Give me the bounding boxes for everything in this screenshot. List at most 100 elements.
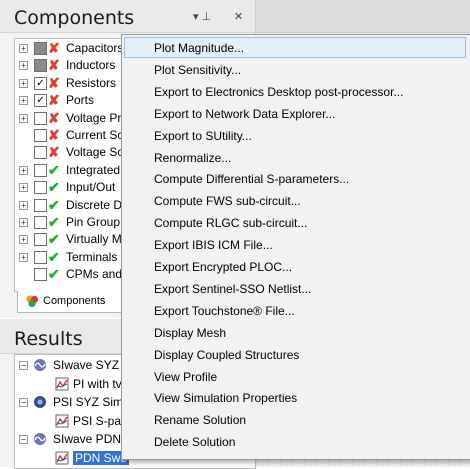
component-checkbox[interactable] bbox=[34, 111, 47, 125]
error-icon: ✘ bbox=[48, 74, 60, 91]
component-checkbox[interactable] bbox=[34, 216, 47, 229]
menu-item-label: Export Sentinel-SSO Netlist... bbox=[154, 281, 312, 296]
menu-item-label: View Simulation Properties bbox=[154, 391, 298, 406]
menu-item-plot-magnitude[interactable]: Plot Magnitude... bbox=[124, 37, 466, 58]
menu-item-label: Display Mesh bbox=[154, 325, 227, 340]
tab-components[interactable]: Components bbox=[17, 291, 123, 313]
expand-icon[interactable]: + bbox=[19, 235, 28, 245]
siwave-icon bbox=[33, 432, 47, 446]
menu-item-renormalize[interactable]: Renormalize... bbox=[124, 147, 466, 168]
component-checkbox[interactable]: ✓ bbox=[34, 94, 47, 108]
menu-item-compute-fws-sub-circuit[interactable]: Compute FWS sub-circuit... bbox=[124, 190, 466, 211]
ok-icon: ✔ bbox=[48, 161, 60, 178]
result-label: PSI S-par bbox=[73, 413, 126, 428]
menu-item-label: Compute FWS sub-circuit... bbox=[154, 194, 301, 209]
error-icon: ✘ bbox=[48, 57, 60, 74]
menu-item-label: Export Encrypted PLOC... bbox=[154, 260, 293, 274]
menu-item-label: Plot Sensitivity... bbox=[154, 62, 242, 77]
component-checkbox[interactable] bbox=[34, 181, 47, 195]
menu-item-label: Export to Network Data Explorer... bbox=[154, 106, 336, 121]
expand-icon[interactable]: + bbox=[19, 78, 28, 88]
sparam-plot-icon bbox=[55, 414, 69, 428]
menu-item-label: Plot Magnitude... bbox=[154, 41, 245, 55]
menu-item-label: Compute Differential S-parameters... bbox=[154, 172, 350, 187]
expand-icon[interactable]: + bbox=[19, 96, 28, 106]
collapse-icon[interactable]: − bbox=[19, 435, 28, 444]
expand-icon[interactable]: + bbox=[19, 44, 28, 53]
error-icon: ✘ bbox=[48, 40, 60, 56]
result-label: PI with tv bbox=[73, 376, 122, 391]
collapse-icon[interactable]: − bbox=[19, 398, 28, 407]
result-label: SIwave SYZ S bbox=[53, 358, 131, 372]
ok-icon: ✔ bbox=[48, 179, 60, 196]
result-label: SIwave PDN bbox=[53, 432, 122, 446]
ok-icon: ✔ bbox=[48, 266, 60, 283]
menu-item-compute-rlgc-sub-circuit[interactable]: Compute RLGC sub-circuit... bbox=[124, 212, 466, 233]
collapse-icon[interactable]: − bbox=[19, 361, 28, 370]
siwave-icon bbox=[33, 358, 47, 372]
menu-item-label: Compute RLGC sub-circuit... bbox=[154, 216, 308, 231]
ok-icon: ✔ bbox=[48, 196, 60, 213]
component-label: Input/Out bbox=[66, 180, 116, 195]
menu-item-compute-differential-s-parameters[interactable]: Compute Differential S-parameters... bbox=[124, 168, 466, 189]
expand-icon[interactable]: + bbox=[19, 218, 28, 227]
error-icon: ✘ bbox=[48, 127, 60, 143]
pin-icon[interactable]: ▾ ⊥ bbox=[193, 10, 211, 23]
expand-icon[interactable]: + bbox=[19, 113, 28, 123]
error-icon: ✘ bbox=[48, 144, 60, 161]
component-label: Ports bbox=[66, 93, 95, 108]
component-checkbox[interactable] bbox=[34, 42, 47, 55]
menu-item-label: Rename Solution bbox=[154, 413, 247, 428]
components-pane-title: Components bbox=[14, 7, 135, 29]
component-checkbox[interactable] bbox=[34, 268, 47, 282]
menu-item-label: Export to Electronics Desktop post-proce… bbox=[154, 84, 404, 99]
component-checkbox[interactable] bbox=[34, 129, 47, 142]
component-checkbox[interactable] bbox=[34, 198, 47, 212]
canvas-toolbar bbox=[256, 0, 470, 33]
menu-item-rename-solution[interactable]: Rename Solution bbox=[124, 409, 466, 430]
component-label: CPMs and bbox=[66, 267, 123, 282]
menu-item-display-coupled-structures[interactable]: Display Coupled Structures bbox=[124, 344, 466, 365]
menu-item-export-encrypted-ploc[interactable]: Export Encrypted PLOC... bbox=[124, 256, 466, 277]
ok-icon: ✔ bbox=[48, 248, 60, 265]
component-label: Discrete D bbox=[66, 197, 123, 212]
component-label: Voltage Pr bbox=[66, 110, 122, 125]
menu-item-export-sentinel-sso-netlist[interactable]: Export Sentinel-SSO Netlist... bbox=[124, 278, 466, 299]
sparam-plot-icon bbox=[55, 377, 69, 391]
expand-icon[interactable]: + bbox=[19, 183, 28, 193]
expand-icon[interactable]: + bbox=[19, 165, 28, 175]
component-checkbox[interactable] bbox=[34, 146, 47, 160]
expand-icon[interactable]: + bbox=[19, 252, 28, 262]
menu-item-export-to-network-data-explorer[interactable]: Export to Network Data Explorer... bbox=[124, 103, 466, 124]
menu-item-export-to-sutility[interactable]: Export to SUtility... bbox=[124, 125, 466, 146]
menu-item-view-simulation-properties[interactable]: View Simulation Properties bbox=[124, 387, 466, 408]
component-checkbox[interactable]: ✓ bbox=[34, 76, 47, 90]
menu-item-export-touchstone-file[interactable]: Export Touchstone® File... bbox=[124, 300, 466, 321]
component-label: Terminals bbox=[66, 249, 118, 264]
error-icon: ✘ bbox=[48, 92, 60, 109]
component-checkbox[interactable] bbox=[34, 250, 47, 264]
sparam-plot-icon bbox=[55, 451, 69, 465]
ok-icon: ✔ bbox=[48, 214, 60, 230]
tab-components-label: Components bbox=[43, 295, 106, 307]
menu-item-delete-solution[interactable]: Delete Solution bbox=[124, 431, 466, 452]
component-label: Resistors bbox=[66, 75, 117, 90]
menu-item-label: Export IBIS ICM File... bbox=[154, 238, 273, 253]
menu-item-view-profile[interactable]: View Profile bbox=[124, 366, 466, 387]
close-icon[interactable]: ✕ bbox=[234, 10, 243, 23]
component-label: Capacitors bbox=[66, 41, 124, 55]
component-checkbox[interactable] bbox=[34, 59, 47, 73]
component-label: Integrated bbox=[66, 162, 121, 177]
component-label: Virtually M bbox=[66, 232, 122, 247]
context-menu: Plot Magnitude... Plot Sensitivity... Expo… bbox=[121, 34, 470, 460]
menu-item-export-to-electronics-desktop-post-processor[interactable]: Export to Electronics Desktop post-proce… bbox=[124, 81, 466, 102]
expand-icon[interactable]: + bbox=[19, 61, 28, 71]
menu-item-plot-sensitivity[interactable]: Plot Sensitivity... bbox=[124, 59, 466, 80]
component-checkbox[interactable] bbox=[34, 163, 47, 177]
expand-icon[interactable]: + bbox=[19, 200, 28, 210]
menu-item-label: Display Coupled Structures bbox=[154, 347, 300, 362]
component-checkbox[interactable] bbox=[34, 233, 47, 247]
ok-icon: ✔ bbox=[48, 231, 60, 248]
menu-item-display-mesh[interactable]: Display Mesh bbox=[124, 322, 466, 343]
menu-item-export-ibis-icm-file[interactable]: Export IBIS ICM File... bbox=[124, 234, 466, 255]
